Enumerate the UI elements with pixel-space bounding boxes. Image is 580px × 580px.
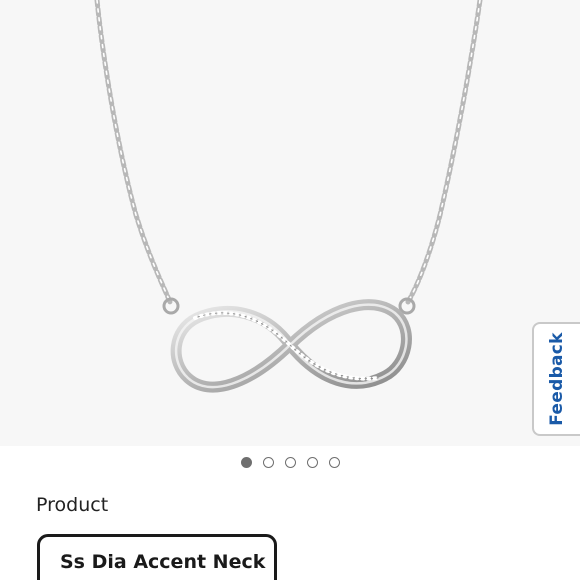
carousel-pagination xyxy=(0,456,580,472)
carousel-dot-1[interactable] xyxy=(240,457,252,468)
carousel-dot-4[interactable] xyxy=(306,457,318,468)
carousel-dot-5[interactable] xyxy=(328,457,340,468)
product-section-label: Product xyxy=(36,494,109,516)
infinity-necklace-image xyxy=(94,0,483,393)
feedback-label: Feedback xyxy=(547,332,567,426)
product-image[interactable] xyxy=(0,0,580,446)
carousel-dot-3[interactable] xyxy=(284,457,296,468)
feedback-tab[interactable]: Feedback xyxy=(532,322,580,436)
product-page: Feedback Product Ss Dia Accent Neck xyxy=(0,0,580,580)
product-option-selector[interactable]: Ss Dia Accent Neck xyxy=(37,534,277,580)
product-option-text: Ss Dia Accent Neck xyxy=(60,551,266,573)
carousel-dot-2[interactable] xyxy=(262,457,274,468)
